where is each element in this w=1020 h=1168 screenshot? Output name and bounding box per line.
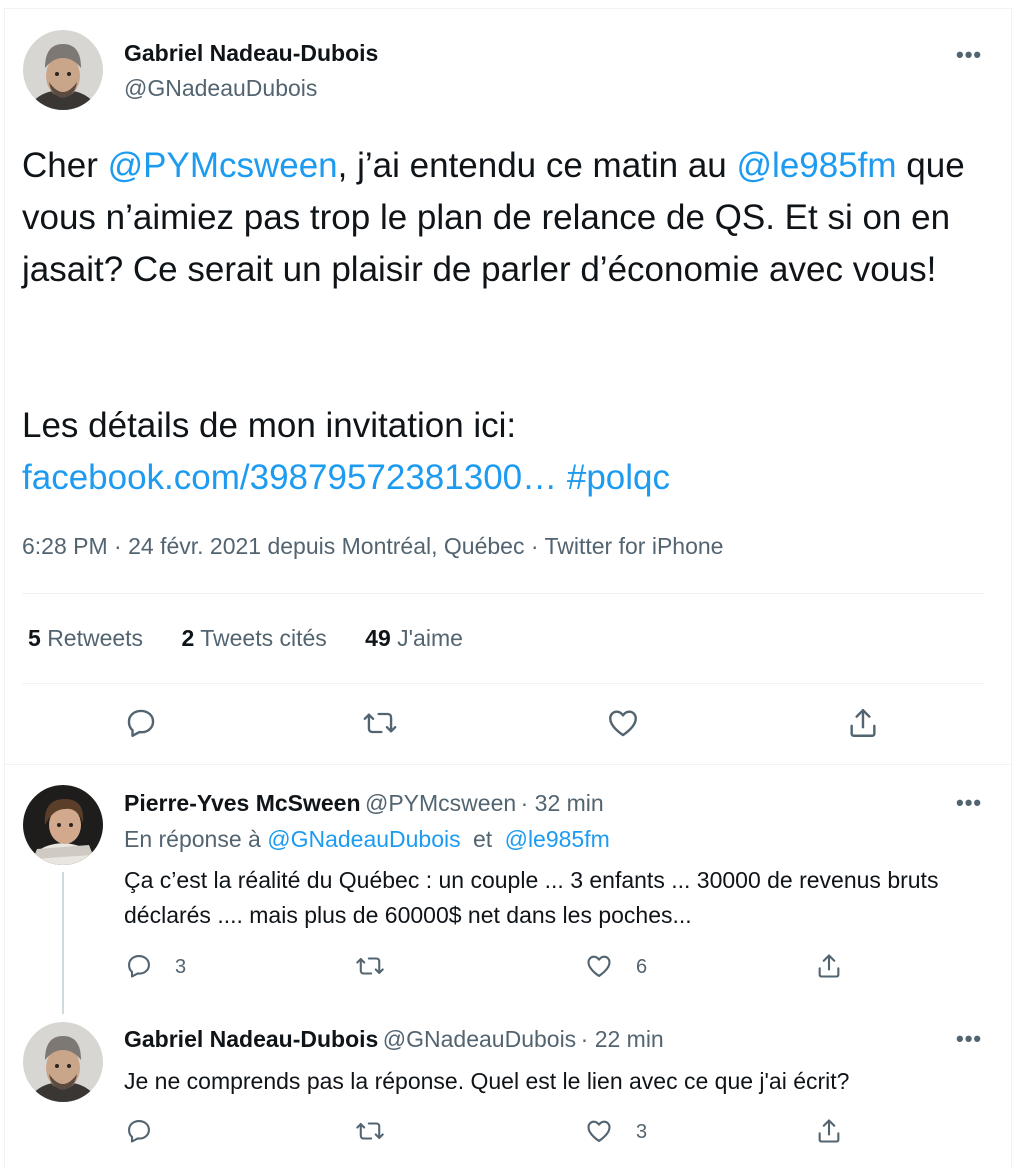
retweet-icon[interactable] (362, 706, 398, 740)
tweet-text-part: , j’ai entendu ce matin au (337, 146, 737, 185)
reply-icon[interactable] (125, 952, 153, 980)
replying-to-label: En réponse à (124, 826, 261, 852)
more-options-icon[interactable]: ••• (956, 790, 982, 816)
facebook-link[interactable]: facebook.com/39879572381300… (22, 458, 557, 497)
reply-header: Gabriel Nadeau-Dubois @GNadeauDubois · 2… (124, 1026, 664, 1053)
more-options-icon[interactable]: ••• (956, 42, 982, 68)
like-count: 6 (636, 956, 648, 978)
mention-link[interactable]: @PYMcsween (108, 146, 338, 185)
reply-text: Je ne comprends pas la réponse. Quel est… (124, 1068, 850, 1094)
reply-count: 3 (175, 956, 187, 978)
reply-avatar[interactable] (23, 1022, 103, 1102)
like-icon[interactable] (585, 1117, 613, 1145)
replying-to: En réponse à @GNadeauDubois et @le985fm (124, 826, 610, 853)
divider (22, 683, 984, 684)
likes-stat[interactable]: 49 J'aime (365, 625, 463, 651)
author-name[interactable]: Gabriel Nadeau-Dubois (124, 40, 378, 67)
more-options-icon[interactable]: ••• (956, 1026, 982, 1052)
retweets-stat[interactable]: 5 Retweets (28, 625, 143, 651)
replying-to-mention[interactable]: @le985fm (505, 826, 610, 852)
reply-text: Ça c’est la réalité du Québec : un coupl… (124, 867, 939, 928)
invitation-line: Les détails de mon invitation ici: (22, 406, 517, 445)
reply-timestamp[interactable]: · 22 min (581, 1026, 664, 1052)
share-icon[interactable] (846, 706, 880, 740)
like-icon[interactable] (585, 952, 613, 980)
reply-header: Pierre-Yves McSween @PYMcsween · 32 min (124, 790, 604, 817)
share-icon[interactable] (815, 952, 843, 980)
tweet-text-part: Cher (22, 146, 108, 185)
quotes-stat[interactable]: 2 Tweets cités (181, 625, 326, 651)
retweet-icon[interactable] (355, 1117, 385, 1145)
divider (22, 593, 984, 594)
mention-link[interactable]: @le985fm (737, 146, 897, 185)
tweet-stats: 5 Retweets 2 Tweets cités 49 J'aime (28, 625, 463, 652)
reply-timestamp[interactable]: · 32 min (521, 790, 604, 816)
reply-avatar[interactable] (23, 785, 103, 865)
tweet-text: Cher @PYMcsween, j’ai entendu ce matin a… (22, 140, 987, 296)
reply-author-name[interactable]: Gabriel Nadeau-Dubois (124, 1026, 378, 1052)
reply-icon[interactable] (124, 706, 158, 740)
like-count: 3 (636, 1121, 648, 1143)
reply-author-handle[interactable]: @PYMcsween (365, 790, 516, 816)
author-handle[interactable]: @GNadeauDubois (124, 75, 317, 102)
divider (4, 764, 1012, 765)
thread-connector-line (62, 872, 64, 1014)
share-icon[interactable] (815, 1117, 843, 1145)
reply-author-handle[interactable]: @GNadeauDubois (383, 1026, 576, 1052)
replying-to-and: et (473, 826, 493, 852)
tweet-text-invitation: Les détails de mon invitation ici: faceb… (22, 400, 987, 504)
replying-to-mention[interactable]: @GNadeauDubois (267, 826, 460, 852)
author-avatar[interactable] (23, 30, 103, 110)
like-icon[interactable] (606, 706, 640, 740)
hashtag-link[interactable]: #polqc (567, 458, 670, 497)
reply-author-name[interactable]: Pierre-Yves McSween (124, 790, 361, 816)
reply-icon[interactable] (125, 1117, 153, 1145)
tweet-metadata[interactable]: 6:28 PM · 24 févr. 2021 depuis Montréal,… (22, 533, 723, 560)
retweet-icon[interactable] (355, 952, 385, 980)
